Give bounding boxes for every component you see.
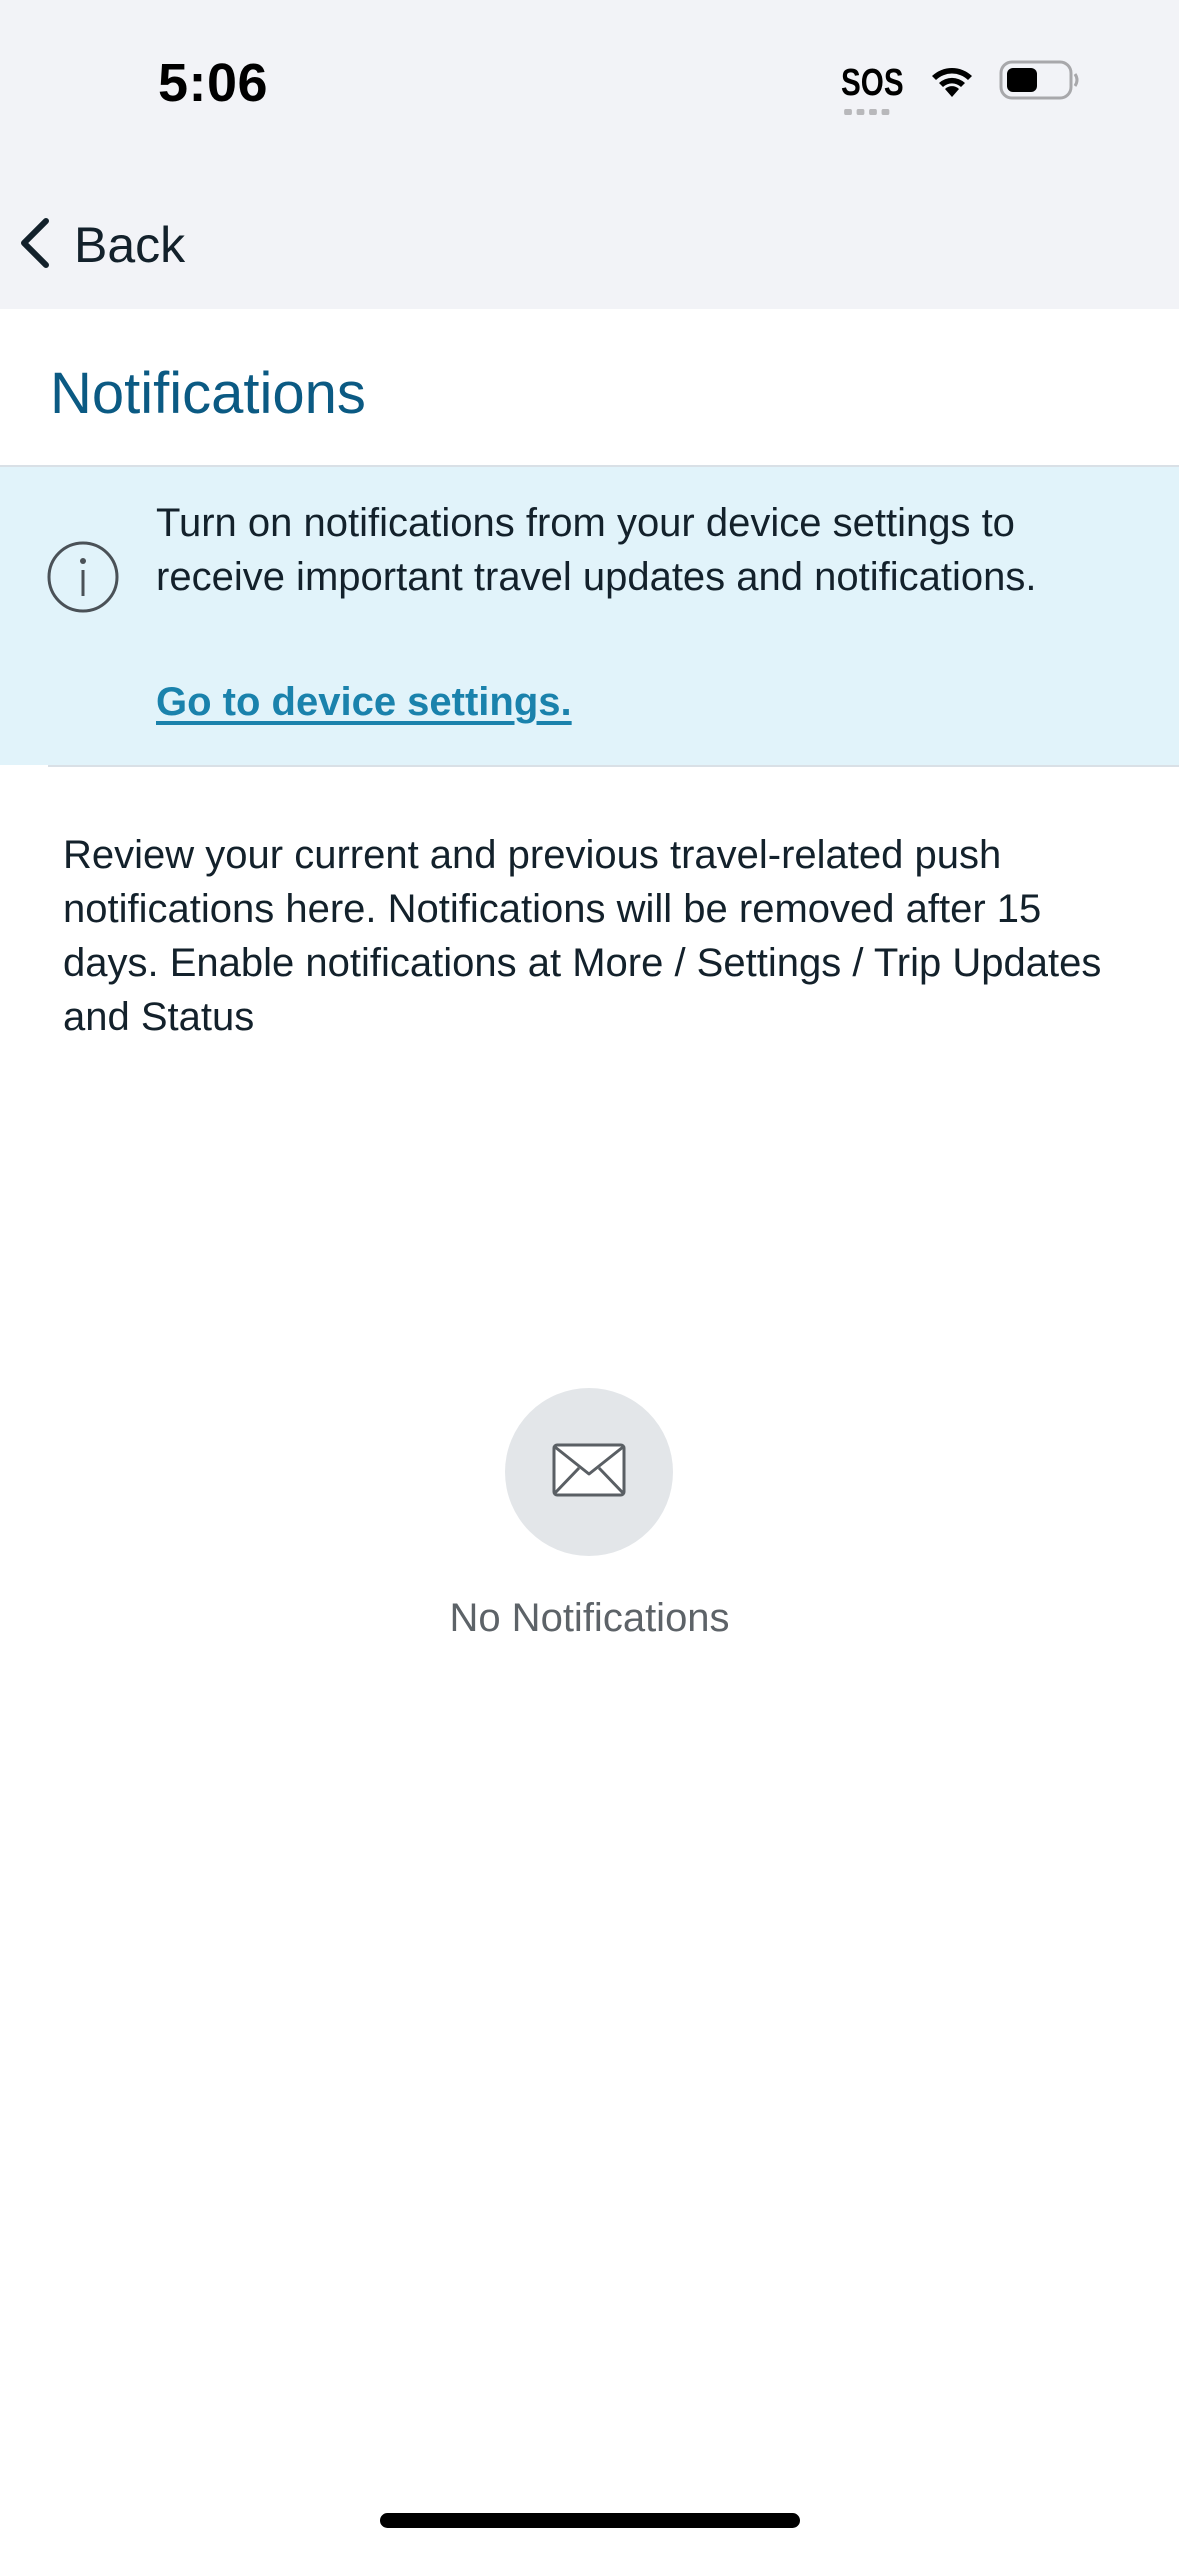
empty-state-icon-circle (505, 1388, 673, 1556)
back-button[interactable]: Back (18, 210, 185, 280)
banner-message: Turn on notifications from your device s… (156, 501, 1037, 599)
battery-icon (999, 60, 1081, 105)
sos-indicator: SOS (841, 63, 904, 115)
back-label: Back (74, 217, 186, 273)
info-icon (46, 540, 120, 619)
sos-label: SOS (841, 61, 904, 104)
notifications-description: Review your current and previous travel-… (63, 833, 1102, 1039)
signal-dots (844, 108, 890, 115)
chevron-left-icon (18, 217, 52, 274)
divider (48, 765, 1179, 767)
page-title: Notifications (50, 361, 366, 426)
home-indicator[interactable] (380, 2513, 800, 2528)
device-settings-link[interactable]: Go to device settings. (156, 680, 572, 725)
envelope-icon (551, 1442, 627, 1503)
status-time: 5:06 (158, 53, 269, 113)
status-icons: SOS (841, 60, 1081, 115)
empty-state-label: No Notifications (449, 1596, 730, 1640)
wifi-icon (927, 61, 977, 104)
